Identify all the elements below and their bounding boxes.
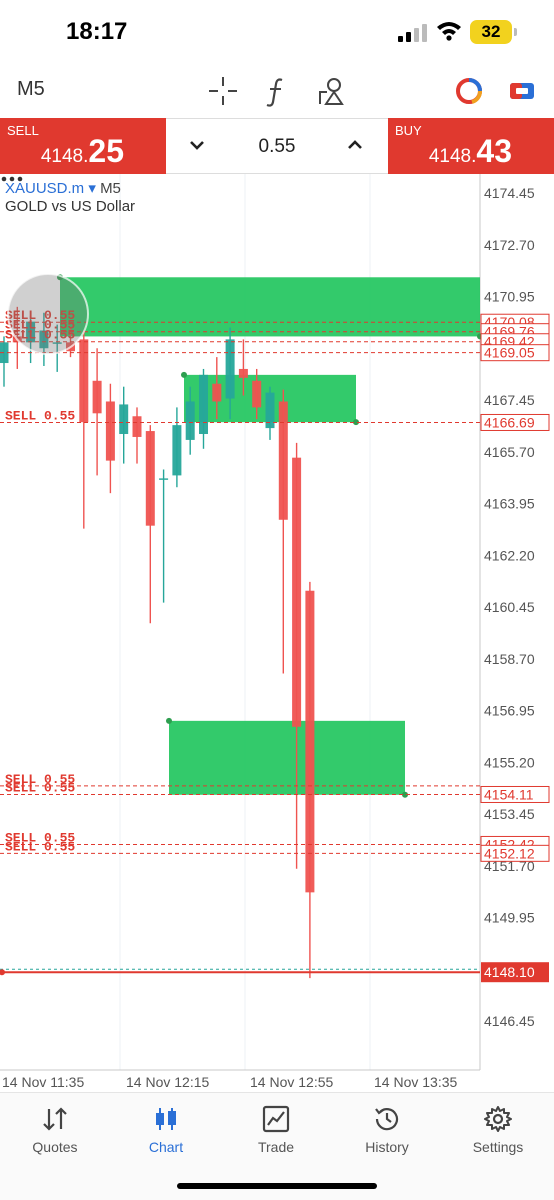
- order-label: SELL 0.55: [5, 408, 75, 423]
- order-label: SELL 0.55: [5, 780, 75, 795]
- crosshair-icon[interactable]: [206, 74, 240, 108]
- status-time: 18:17: [66, 18, 128, 45]
- price-tick-label: 4165.70: [484, 444, 535, 460]
- settings-icon: [484, 1106, 512, 1132]
- status-bar: 18:17 32: [0, 0, 554, 66]
- sell-label: SELL: [7, 123, 39, 138]
- price-tick-label: 4155.20: [484, 754, 535, 770]
- candle-body: [145, 431, 155, 526]
- nav-settings-label: Settings: [472, 1139, 524, 1155]
- nav-chart-label: Chart: [148, 1139, 184, 1155]
- timeframe-selector[interactable]: M5: [17, 78, 45, 101]
- price-tick-label: 4167.45: [484, 392, 535, 408]
- candle-body: [172, 425, 182, 476]
- zone-rectangle: [169, 720, 405, 795]
- zone-rectangle: [60, 277, 480, 337]
- more-icon[interactable]: [0, 174, 24, 184]
- home-indicator: [177, 1183, 377, 1189]
- sell-price-main: 4148.: [40, 146, 89, 167]
- chart-icon: [156, 1108, 176, 1130]
- buy-price: 4148.43: [429, 133, 512, 170]
- order-price-label: 4169.05: [484, 345, 535, 361]
- price-tick-label: 4163.95: [484, 496, 535, 512]
- time-tick-label: 14 Nov 12:55: [250, 1074, 333, 1090]
- price-tick-label: 4158.70: [484, 651, 535, 667]
- price-tick-label: 4156.95: [484, 703, 535, 719]
- candle-body: [292, 457, 302, 727]
- candle-body: [92, 380, 102, 414]
- volume-selector: 0.55: [166, 118, 388, 174]
- candle-body: [185, 401, 195, 440]
- one-click-trading-icon[interactable]: [452, 74, 486, 108]
- touch-indicator: [7, 273, 89, 355]
- price-tick-label: 4146.45: [484, 1013, 535, 1029]
- nav-history[interactable]: History: [337, 1101, 437, 1161]
- quotes-icon: [43, 1107, 67, 1131]
- trade-icon: [262, 1105, 290, 1133]
- candle-body: [212, 383, 222, 402]
- symbol-dropdown-icon: ▾: [88, 180, 96, 197]
- battery-level: 32: [481, 22, 501, 41]
- candle-body: [132, 416, 142, 437]
- order-price-label: 4166.69: [484, 414, 535, 430]
- current-price-label: 4148.10: [484, 964, 535, 980]
- price-tick-label: 4160.45: [484, 599, 535, 615]
- switch-icon[interactable]: [505, 74, 539, 108]
- price-chart[interactable]: 4174.454172.704170.954169.204167.454165.…: [0, 174, 554, 1090]
- candle-body: [159, 478, 169, 480]
- price-tick-label: 4174.45: [484, 185, 535, 201]
- zone-anchor-point: [181, 371, 187, 378]
- history-icon: [375, 1108, 399, 1131]
- chart-canvas[interactable]: 4174.454172.704170.954169.204167.454165.…: [0, 174, 554, 1090]
- time-tick-label: 14 Nov 13:35: [374, 1074, 457, 1090]
- candle-body: [79, 339, 89, 423]
- time-tick-label: 14 Nov 11:35: [2, 1074, 84, 1090]
- nav-trade[interactable]: Trade: [226, 1101, 326, 1161]
- candle-body: [238, 368, 248, 378]
- buy-price-big: 43: [476, 133, 512, 169]
- nav-history-label: History: [365, 1139, 409, 1155]
- candle-body: [105, 401, 115, 461]
- objects-icon[interactable]: [314, 74, 348, 108]
- nav-chart[interactable]: Chart: [116, 1101, 216, 1161]
- buy-price-main: 4148.: [428, 146, 477, 167]
- chevron-up-icon[interactable]: [344, 134, 366, 156]
- candle-body: [278, 401, 288, 520]
- price-tick-label: 4149.95: [484, 910, 535, 926]
- candle-body: [305, 590, 315, 893]
- battery-icon: 32: [470, 20, 512, 44]
- price-tick-label: 4162.20: [484, 547, 535, 563]
- price-tick-label: 4170.95: [484, 289, 535, 305]
- buy-button[interactable]: BUY 4148.43: [388, 118, 554, 174]
- nav-trade-label: Trade: [257, 1139, 295, 1155]
- battery-tip: [514, 28, 517, 36]
- time-tick-label: 14 Nov 12:15: [126, 1074, 209, 1090]
- sell-price-big: 25: [88, 133, 124, 169]
- nav-quotes[interactable]: Quotes: [5, 1101, 105, 1161]
- price-tick-label: 4172.70: [484, 237, 535, 253]
- candle-body: [199, 374, 208, 435]
- chart-toolbar: M5: [0, 66, 554, 116]
- nav-settings[interactable]: Settings: [448, 1101, 548, 1161]
- zone-anchor-point: [166, 717, 172, 724]
- sell-price: 4148.25: [41, 133, 124, 170]
- order-price-label: 4154.11: [484, 786, 534, 802]
- indicators-icon[interactable]: [260, 74, 294, 108]
- candle-body: [225, 339, 235, 399]
- candle-body: [119, 404, 129, 435]
- buy-label: BUY: [395, 123, 422, 138]
- symbol-timeframe: M5: [100, 180, 121, 197]
- one-click-trade-panel: SELL 4148.25 0.55 BUY 4148.43: [0, 118, 554, 174]
- order-price-label: 4152.12: [484, 845, 535, 861]
- sell-button[interactable]: SELL 4148.25: [0, 118, 166, 174]
- cellular-signal-icon: [398, 24, 428, 42]
- price-tick-label: 4153.45: [484, 806, 535, 822]
- candle-body: [252, 380, 262, 408]
- nav-quotes-label: Quotes: [32, 1139, 78, 1155]
- symbol-description: GOLD vs US Dollar: [5, 198, 136, 215]
- order-label: SELL 0.55: [5, 839, 75, 854]
- current-price-dot: [0, 969, 5, 976]
- wifi-icon: [437, 22, 461, 41]
